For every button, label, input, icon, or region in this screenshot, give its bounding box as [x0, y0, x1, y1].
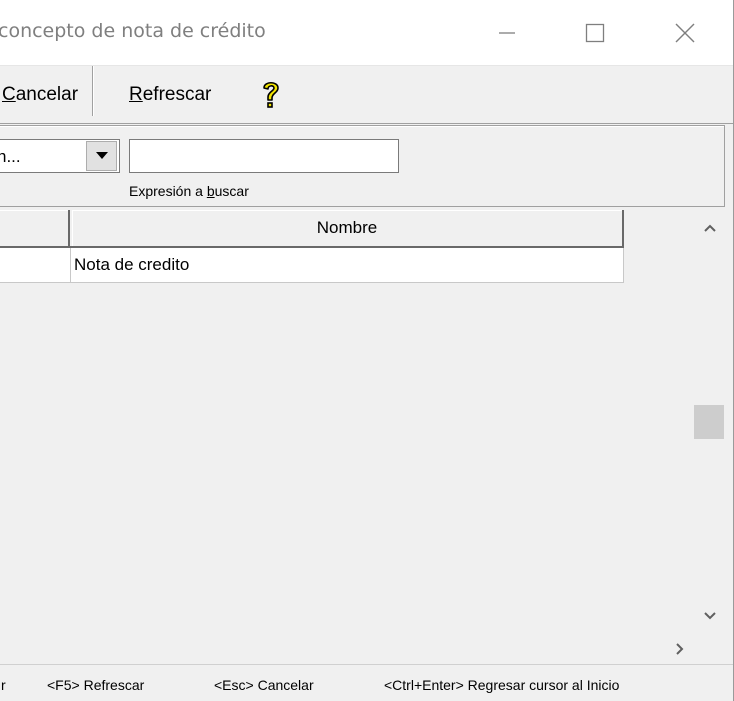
scroll-right-button[interactable] [663, 634, 694, 664]
column-header-nombre[interactable]: Nombre [72, 210, 622, 246]
status-hint-cursor-home: <Ctrl+Enter> Regresar cursor al Inicio [384, 677, 620, 693]
search-panel: n... Expresión a buscar [0, 125, 725, 207]
window-title: concepto de nota de crédito [0, 20, 266, 42]
scroll-thumb[interactable] [694, 405, 724, 439]
toolbar: Cancelar Refrescar [0, 66, 733, 124]
close-icon [675, 23, 695, 43]
dropdown-button[interactable] [86, 141, 117, 171]
maximize-button[interactable] [572, 10, 618, 56]
refresh-hotkey-letter: R [129, 84, 143, 105]
cancel-label: ancelar [15, 84, 79, 105]
table-cell-nombre[interactable]: Nota de credito [74, 248, 614, 282]
horizontal-scrollbar[interactable] [0, 634, 694, 664]
refresh-label: efrescar [142, 84, 212, 105]
close-button[interactable] [662, 10, 708, 56]
refresh-button[interactable]: Refrescar [129, 80, 211, 110]
grid-header: Nombre [0, 210, 624, 248]
scrollbar-corner [694, 634, 725, 664]
scroll-down-button[interactable] [694, 598, 725, 634]
help-button[interactable] [256, 78, 286, 112]
caption-text-start: Expresión a [129, 183, 207, 199]
cancel-hotkey-letter: C [2, 84, 16, 105]
question-mark-help-icon [263, 81, 279, 108]
column-header[interactable] [0, 210, 70, 246]
search-caption: Expresión a buscar [129, 183, 249, 199]
dialog-window: concepto de nota de crédito Cancelar Ref… [0, 0, 734, 701]
status-hint-cancel: <Esc> Cancelar [214, 677, 314, 693]
title-bar: concepto de nota de crédito [0, 0, 733, 66]
table-row[interactable]: Nota de credito [0, 248, 624, 283]
dropdown-arrow-icon [95, 152, 108, 159]
maximize-icon [585, 23, 605, 43]
status-hint-refresh: <F5> Refrescar [47, 677, 145, 693]
minimize-icon [499, 32, 515, 34]
search-field-select[interactable]: n... [0, 139, 120, 173]
caption-text-end: uscar [214, 183, 249, 199]
cancel-button[interactable]: Cancelar [2, 80, 78, 110]
data-grid[interactable]: Nombre Nota de credito [0, 210, 694, 634]
table-cell[interactable] [0, 248, 71, 282]
scroll-up-button[interactable] [694, 210, 725, 246]
search-field-value: n... [0, 147, 21, 166]
vertical-scrollbar[interactable] [694, 210, 725, 634]
search-input[interactable] [129, 139, 399, 173]
toolbar-separator [92, 66, 94, 116]
status-hint: r [1, 677, 6, 693]
caption-hotkey-letter: b [206, 183, 215, 199]
scroll-up-icon [703, 224, 716, 232]
scroll-down-icon [703, 612, 716, 620]
scroll-right-icon [675, 643, 683, 655]
minimize-button[interactable] [484, 10, 530, 56]
status-bar: r <F5> Refrescar <Esc> Cancelar <Ctrl+En… [0, 664, 733, 701]
